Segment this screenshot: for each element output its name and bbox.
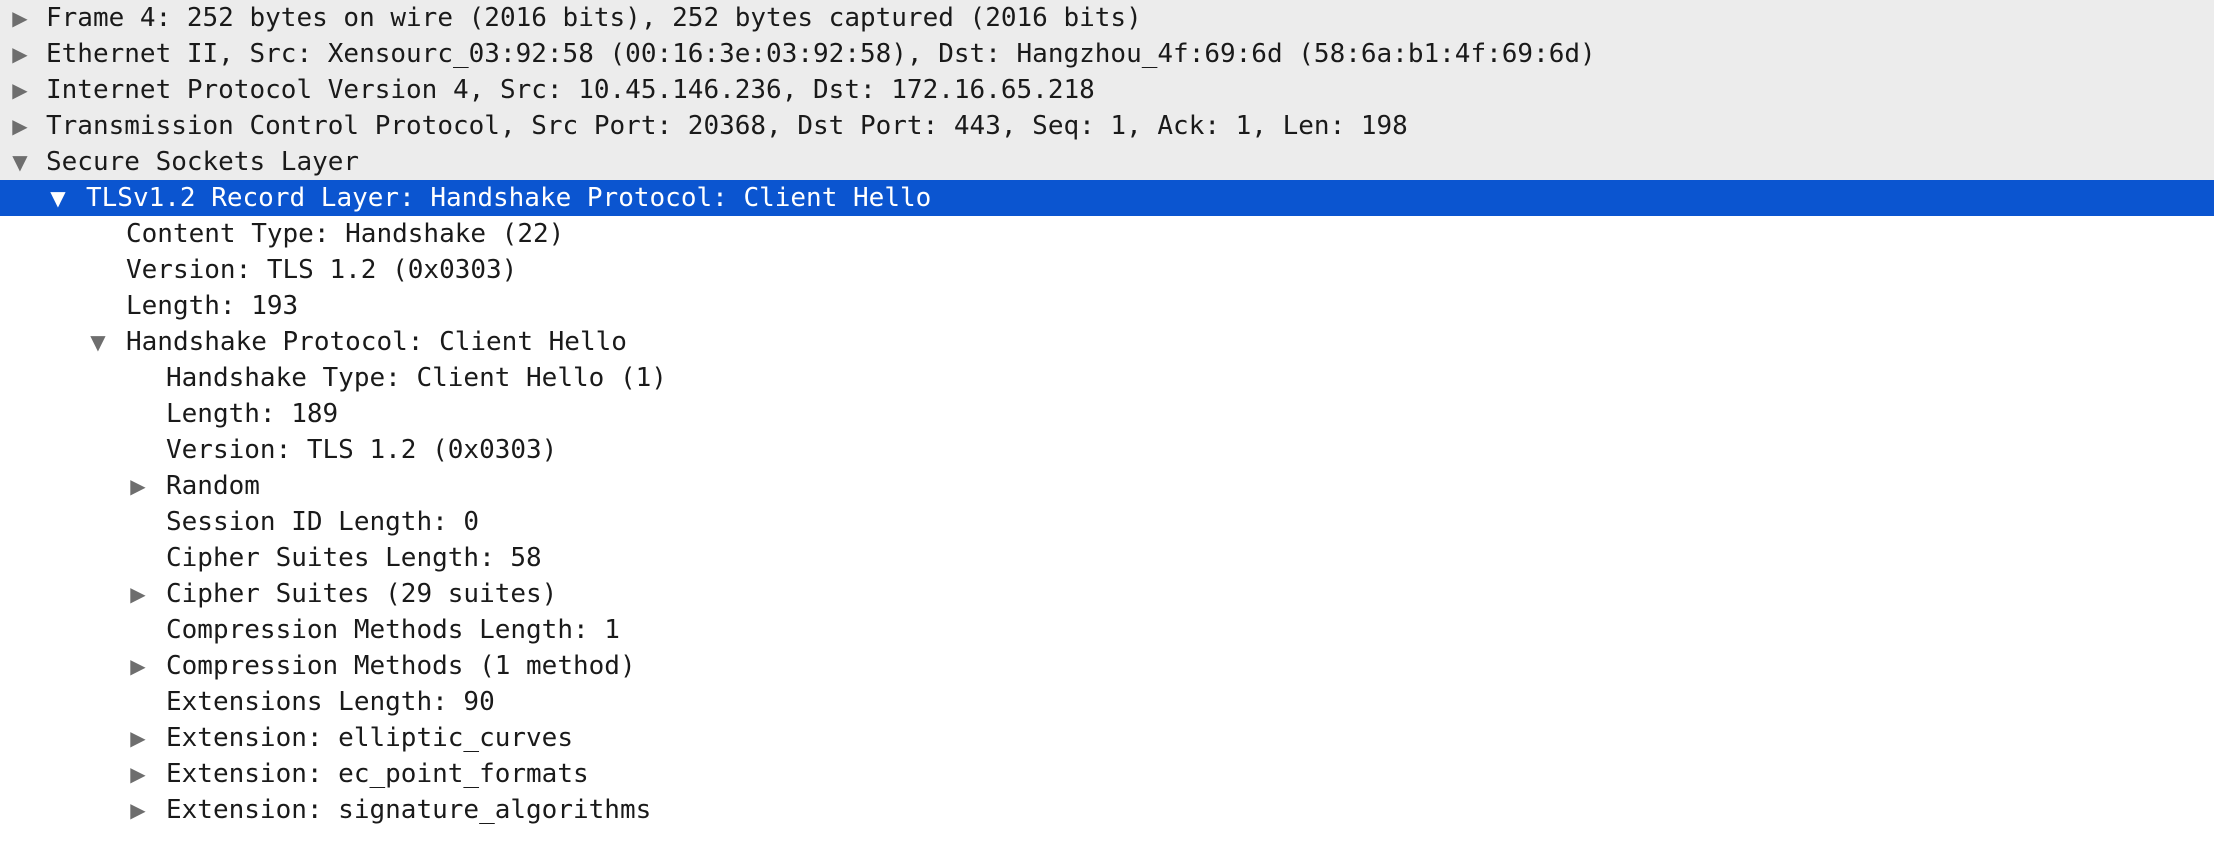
expand-triangle-icon[interactable]: ▶: [126, 576, 150, 612]
tree-row-cipher-suites[interactable]: ▶ Cipher Suites (29 suites): [0, 576, 2214, 612]
tree-row-compression-methods-length[interactable]: Compression Methods Length: 1: [0, 612, 2214, 648]
tree-row-label: Handshake Protocol: Client Hello: [126, 327, 627, 357]
tree-row-label: Transmission Control Protocol, Src Port:…: [46, 111, 1408, 141]
expand-triangle-icon[interactable]: ▶: [8, 108, 32, 144]
tree-row-extension-ec-point-formats[interactable]: ▶ Extension: ec_point_formats: [0, 756, 2214, 792]
tree-row-label: Handshake Type: Client Hello (1): [166, 363, 667, 393]
tree-row-label: Frame 4: 252 bytes on wire (2016 bits), …: [46, 3, 1142, 33]
tree-row-handshake-protocol[interactable]: ▼ Handshake Protocol: Client Hello: [0, 324, 2214, 360]
tree-row-label: Extension: ec_point_formats: [166, 759, 589, 789]
tree-row-compression-methods[interactable]: ▶ Compression Methods (1 method): [0, 648, 2214, 684]
collapse-triangle-icon[interactable]: ▼: [86, 324, 110, 360]
tree-row-label: Ethernet II, Src: Xensourc_03:92:58 (00:…: [46, 39, 1596, 69]
tree-row-tls-record-selected[interactable]: ▼ TLSv1.2 Record Layer: Handshake Protoc…: [0, 180, 2214, 216]
tree-row-content-type[interactable]: Content Type: Handshake (22): [0, 216, 2214, 252]
expand-triangle-icon[interactable]: ▶: [126, 720, 150, 756]
tree-row-handshake-length[interactable]: Length: 189: [0, 396, 2214, 432]
tree-row-label: Session ID Length: 0: [166, 507, 480, 537]
tree-row-label: Version: TLS 1.2 (0x0303): [126, 255, 518, 285]
tree-row-label: Extensions Length: 90: [166, 687, 495, 717]
tree-row-label: Extension: elliptic_curves: [166, 723, 573, 753]
expand-triangle-icon[interactable]: ▶: [126, 468, 150, 504]
tree-row-ethernet[interactable]: ▶ Ethernet II, Src: Xensourc_03:92:58 (0…: [0, 36, 2214, 72]
packet-details-tree[interactable]: ▶ Frame 4: 252 bytes on wire (2016 bits)…: [0, 0, 2214, 828]
expand-triangle-icon[interactable]: ▶: [126, 648, 150, 684]
tree-row-label: Random: [166, 471, 260, 501]
collapse-triangle-icon[interactable]: ▼: [46, 180, 70, 216]
tree-row-tcp[interactable]: ▶ Transmission Control Protocol, Src Por…: [0, 108, 2214, 144]
tree-row-random[interactable]: ▶ Random: [0, 468, 2214, 504]
expand-triangle-icon[interactable]: ▶: [126, 792, 150, 828]
collapse-triangle-icon[interactable]: ▼: [8, 144, 32, 180]
tree-row-label: Compression Methods Length: 1: [166, 615, 620, 645]
tree-row-label: Internet Protocol Version 4, Src: 10.45.…: [46, 75, 1095, 105]
tree-row-frame[interactable]: ▶ Frame 4: 252 bytes on wire (2016 bits)…: [0, 0, 2214, 36]
tree-row-handshake-type[interactable]: Handshake Type: Client Hello (1): [0, 360, 2214, 396]
tree-row-label: TLSv1.2 Record Layer: Handshake Protocol…: [86, 183, 932, 213]
tree-row-ssl[interactable]: ▼ Secure Sockets Layer: [0, 144, 2214, 180]
tree-row-extension-elliptic-curves[interactable]: ▶ Extension: elliptic_curves: [0, 720, 2214, 756]
tree-row-session-id-length[interactable]: Session ID Length: 0: [0, 504, 2214, 540]
tree-row-label: Content Type: Handshake (22): [126, 219, 565, 249]
tree-row-label: Cipher Suites (29 suites): [166, 579, 558, 609]
tree-row-cipher-suites-length[interactable]: Cipher Suites Length: 58: [0, 540, 2214, 576]
tree-row-label: Compression Methods (1 method): [166, 651, 636, 681]
expand-triangle-icon[interactable]: ▶: [8, 36, 32, 72]
tree-row-label: Version: TLS 1.2 (0x0303): [166, 435, 558, 465]
tree-row-label: Length: 189: [166, 399, 339, 429]
tree-row-ipv4[interactable]: ▶ Internet Protocol Version 4, Src: 10.4…: [0, 72, 2214, 108]
tree-row-label: Secure Sockets Layer: [46, 147, 360, 177]
expand-triangle-icon[interactable]: ▶: [8, 72, 32, 108]
tree-row-extensions-length[interactable]: Extensions Length: 90: [0, 684, 2214, 720]
expand-triangle-icon[interactable]: ▶: [8, 0, 32, 36]
expand-triangle-icon[interactable]: ▶: [126, 756, 150, 792]
tree-row-label: Extension: signature_algorithms: [166, 795, 652, 825]
tree-row-label: Length: 193: [126, 291, 299, 321]
tree-row-record-version[interactable]: Version: TLS 1.2 (0x0303): [0, 252, 2214, 288]
tree-row-extension-signature-algorithms[interactable]: ▶ Extension: signature_algorithms: [0, 792, 2214, 828]
tree-row-record-length[interactable]: Length: 193: [0, 288, 2214, 324]
tree-row-label: Cipher Suites Length: 58: [166, 543, 542, 573]
tree-row-handshake-version[interactable]: Version: TLS 1.2 (0x0303): [0, 432, 2214, 468]
